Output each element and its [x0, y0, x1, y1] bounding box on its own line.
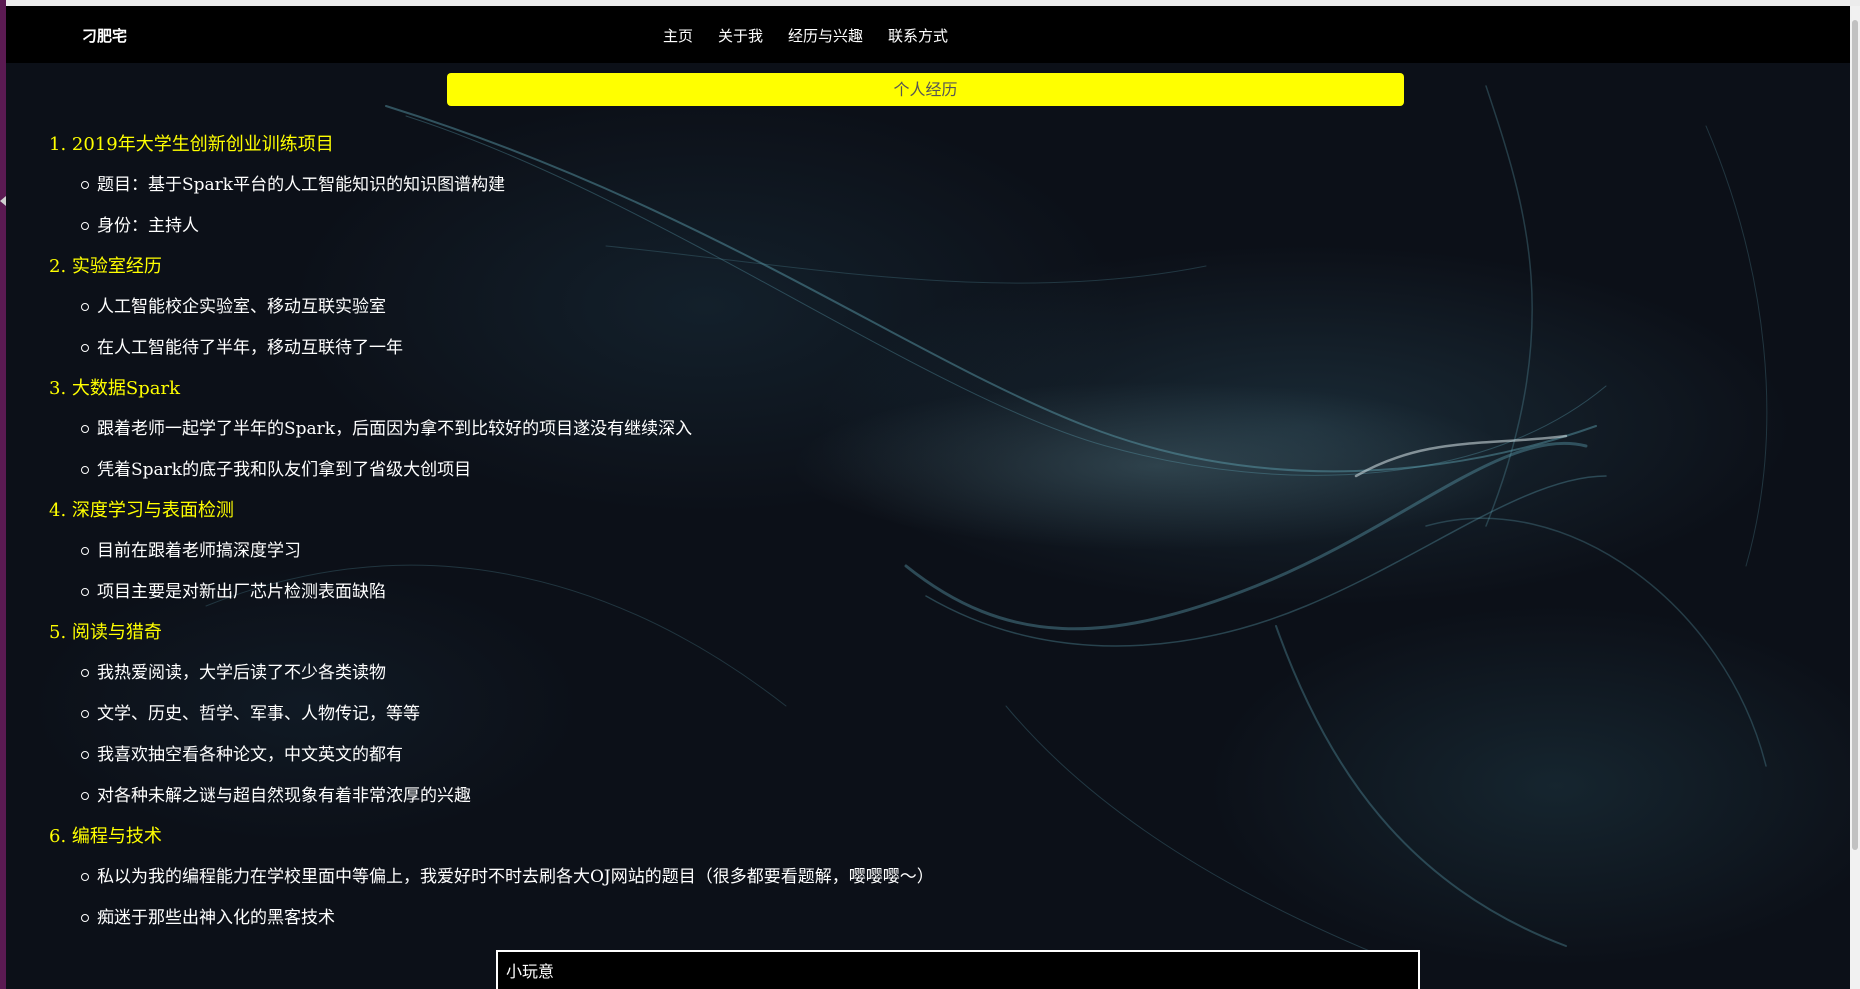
section-4: 4. 深度学习与表面检测 目前在跟着老师搞深度学习 项目主要是对新出厂芯片检测表…	[49, 501, 1749, 623]
nav-menu: 主页 关于我 经历与兴趣 联系方式	[663, 25, 973, 46]
list-item: 身份：主持人	[49, 216, 1749, 257]
list-item: 在人工智能待了半年，移动互联待了一年	[49, 338, 1749, 379]
list-item: 项目主要是对新出厂芯片检测表面缺陷	[49, 582, 1749, 623]
list-item: 目前在跟着老师搞深度学习	[49, 541, 1749, 582]
section-title: 4. 深度学习与表面检测	[49, 500, 234, 521]
list-item: 文学、历史、哲学、军事、人物传记，等等	[49, 704, 1749, 745]
section-title: 1. 2019年大学生创新创业训练项目	[49, 134, 334, 155]
top-navbar: 刁肥宅 主页 关于我 经历与兴趣 联系方式	[6, 6, 1850, 63]
list-item: 对各种未解之谜与超自然现象有着非常浓厚的兴趣	[49, 786, 1749, 827]
list-item: 题目：基于Spark平台的人工智能知识的知识图谱构建	[49, 175, 1749, 216]
list-item: 我热爱阅读，大学后读了不少各类读物	[49, 663, 1749, 704]
section-6: 6. 编程与技术 私以为我的编程能力在学校里面中等偏上，我爱好时不时去刷各大OJ…	[49, 827, 1749, 949]
experience-list: 1. 2019年大学生创新创业训练项目 题目：基于Spark平台的人工智能知识的…	[49, 135, 1749, 949]
section-1: 1. 2019年大学生创新创业训练项目 题目：基于Spark平台的人工智能知识的…	[49, 135, 1749, 257]
section-banner: 个人经历	[447, 73, 1404, 106]
site-brand[interactable]: 刁肥宅	[82, 25, 127, 46]
section-title: 6. 编程与技术	[49, 826, 162, 847]
section-5: 5. 阅读与猎奇 我热爱阅读，大学后读了不少各类读物 文学、历史、哲学、军事、人…	[49, 623, 1749, 827]
nav-link-contact[interactable]: 联系方式	[888, 25, 948, 46]
nav-link-about[interactable]: 关于我	[718, 25, 763, 46]
list-item: 跟着老师一起学了半年的Spark，后面因为拿不到比较好的项目遂没有继续深入	[49, 419, 1749, 460]
page-viewport: 刁肥宅 主页 关于我 经历与兴趣 联系方式 个人经历 1. 2019年大学生创新…	[6, 6, 1850, 989]
section-title: 5. 阅读与猎奇	[49, 622, 162, 643]
gadgets-panel-header[interactable]: 小玩意	[496, 950, 1420, 989]
list-item: 我喜欢抽空看各种论文，中文英文的都有	[49, 745, 1749, 786]
list-item: 痴迷于那些出神入化的黑客技术	[49, 908, 1749, 949]
list-item: 人工智能校企实验室、移动互联实验室	[49, 297, 1749, 338]
nav-link-experience[interactable]: 经历与兴趣	[788, 25, 863, 46]
section-3: 3. 大数据Spark 跟着老师一起学了半年的Spark，后面因为拿不到比较好的…	[49, 379, 1749, 501]
section-2: 2. 实验室经历 人工智能校企实验室、移动互联实验室 在人工智能待了半年，移动互…	[49, 257, 1749, 379]
section-title: 2. 实验室经历	[49, 256, 162, 277]
nav-link-home[interactable]: 主页	[663, 25, 693, 46]
scrollbar-thumb[interactable]	[1852, 20, 1858, 850]
list-item: 凭着Spark的底子我和队友们拿到了省级大创项目	[49, 460, 1749, 501]
section-title: 3. 大数据Spark	[49, 378, 180, 399]
list-item: 私以为我的编程能力在学校里面中等偏上，我爱好时不时去刷各大OJ网站的题目（很多都…	[49, 867, 1749, 908]
vertical-scrollbar[interactable]	[1850, 6, 1860, 989]
